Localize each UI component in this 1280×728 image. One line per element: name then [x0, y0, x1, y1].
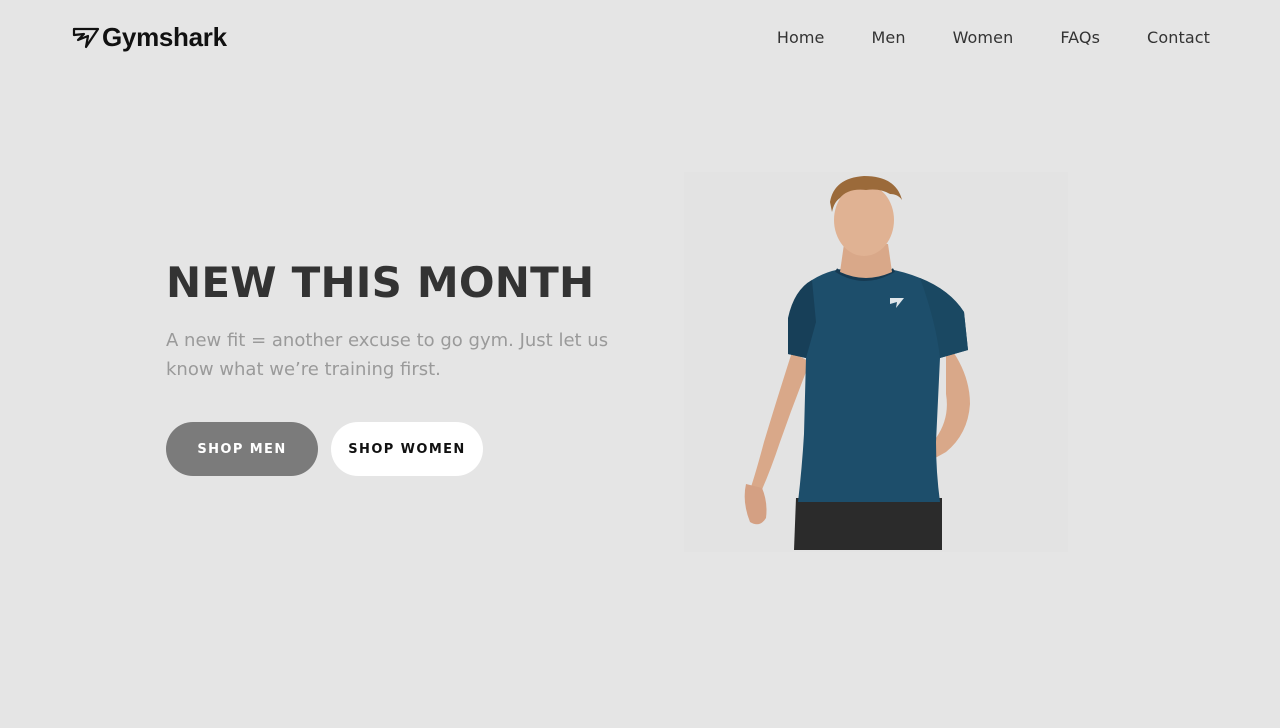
nav-item-faqs[interactable]: FAQs	[1060, 28, 1100, 47]
nav-item-home[interactable]: Home	[777, 28, 825, 47]
model-illustration	[744, 176, 970, 550]
gymshark-shark-icon	[72, 27, 100, 48]
hero-model-image	[684, 172, 1068, 552]
nav-item-contact[interactable]: Contact	[1147, 28, 1210, 47]
nav-item-men[interactable]: Men	[871, 28, 905, 47]
hero-subtitle: A new fit = another excuse to go gym. Ju…	[166, 330, 609, 380]
nav-item-women[interactable]: Women	[953, 28, 1014, 47]
hero-title: NEW THIS MONTH	[166, 258, 595, 307]
site-header: Gymshark Home Men Women FAQs Contact	[0, 0, 1280, 78]
shop-men-button[interactable]: SHOP MEN	[166, 422, 318, 476]
brand-logo[interactable]: Gymshark	[72, 22, 227, 53]
shop-women-button[interactable]: SHOP WOMEN	[331, 422, 483, 476]
brand-name: Gymshark	[102, 22, 227, 52]
main-nav: Home Men Women FAQs Contact	[777, 28, 1210, 47]
